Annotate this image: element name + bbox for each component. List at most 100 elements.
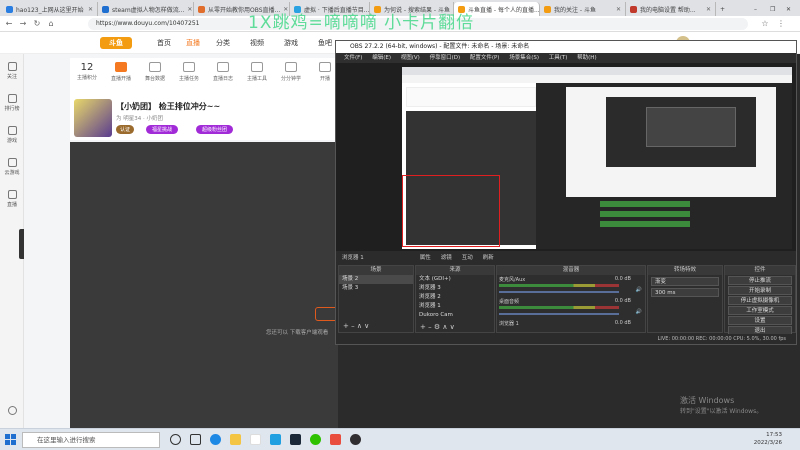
clock[interactable]: 17:53 2022/3/26 — [754, 431, 782, 447]
forward-icon[interactable]: → — [18, 19, 28, 29]
windows-start-icon[interactable] — [5, 434, 16, 445]
room-tag[interactable]: 认证 — [116, 125, 135, 134]
star-icon[interactable]: ☆ — [760, 19, 770, 29]
video-notice: 您还可以 下载客户端观看 — [266, 330, 329, 336]
obs-preview[interactable] — [336, 63, 796, 251]
menu-item[interactable]: 帮助(H) — [577, 55, 596, 61]
mixer-channel: 浏览器 1 0.0 dB — [499, 320, 631, 327]
app-icon[interactable] — [330, 434, 341, 445]
close-icon[interactable]: ✕ — [706, 6, 711, 13]
settings-button[interactable]: 设置 — [728, 316, 792, 325]
page-icon — [198, 5, 205, 13]
menu-item[interactable]: 工具(T) — [549, 55, 568, 61]
douyu-logo[interactable]: 斗鱼 — [100, 37, 132, 49]
menu-item[interactable]: 编辑(E) — [372, 55, 391, 61]
studio-mode-button[interactable]: 工作室模式 — [728, 306, 792, 315]
source-item[interactable]: 文本 (GDI+) — [416, 275, 494, 284]
mixer-channel: 桌面音频 0.0 dB 🔊 — [499, 298, 642, 315]
nav-live[interactable]: 直播 — [186, 38, 200, 48]
source-item[interactable]: Dukoro Cam — [416, 311, 494, 320]
wechat-icon[interactable] — [310, 434, 321, 445]
interact-button[interactable]: 互动 — [462, 253, 473, 261]
source-item[interactable]: 浏览器 1 — [416, 302, 494, 311]
home-icon[interactable]: ⌂ — [46, 19, 56, 29]
start-icon — [319, 62, 331, 72]
transitions-dock: 转场特效 渐变 300 ms — [647, 265, 723, 333]
room-tag[interactable]: 超级粉丝团 — [196, 125, 234, 134]
source-item[interactable]: 浏览器 3 — [416, 284, 494, 293]
stat-tools[interactable]: 主播工具 — [242, 62, 272, 82]
room-tag[interactable]: 福星挑战 — [146, 125, 179, 134]
left-sidebar: 关注 排行榜 游戏 云游戏 直播 — [0, 54, 24, 428]
sidebar-item-follow[interactable]: 关注 — [0, 62, 24, 80]
sidebar-item-rank[interactable]: 排行榜 — [0, 94, 24, 112]
video-player[interactable]: 您还可以 下载客户端观看 — [70, 142, 345, 428]
stat-learn[interactable]: 分分钟学 — [276, 62, 306, 82]
transition-select[interactable]: 渐变 — [651, 277, 719, 286]
browser-tab[interactable]: 我的关注 - 斗鱼 ✕ — [540, 2, 626, 16]
browser-tab[interactable]: hao123_上网从这里开始 ✕ — [2, 2, 98, 16]
volume-slider[interactable] — [499, 313, 619, 315]
maximize-icon[interactable]: ❐ — [766, 2, 782, 16]
speaker-icon[interactable]: 🔊 — [636, 287, 642, 293]
store-icon[interactable] — [250, 434, 261, 445]
close-icon[interactable]: ✕ — [616, 6, 621, 13]
rank-icon — [7, 94, 17, 103]
menu-item[interactable]: 停靠窗口(D) — [430, 55, 461, 61]
scene-item[interactable]: 场景 2 — [339, 275, 413, 284]
close-icon[interactable]: ✕ — [187, 6, 192, 13]
refresh-button[interactable]: 刷新 — [483, 253, 494, 261]
nav-category[interactable]: 分类 — [216, 38, 230, 48]
douyu-icon — [544, 5, 551, 13]
stop-virtualcam-button[interactable]: 停止虚拟摄像机 — [728, 296, 792, 305]
scene-add-remove-buttons[interactable]: + – ∧ ∨ — [343, 322, 369, 330]
duration-input[interactable]: 300 ms — [651, 288, 719, 297]
menu-item[interactable]: 视图(V) — [401, 55, 420, 61]
file-explorer-icon[interactable] — [230, 434, 241, 445]
menu-item[interactable]: 场景集合(S) — [509, 55, 539, 61]
scene-item[interactable]: 场景 3 — [339, 284, 413, 293]
back-icon[interactable]: ← — [4, 19, 14, 29]
settings-icon[interactable] — [0, 406, 24, 417]
stat-tasks[interactable]: 主播任务 — [174, 62, 204, 82]
stop-streaming-button[interactable]: 停止推流 — [728, 276, 792, 285]
browser-tab[interactable]: 我的电脑设置 帮助... ✕ — [626, 2, 716, 16]
properties-button[interactable]: 属性 — [420, 253, 431, 261]
sidebar-item-cloudgame[interactable]: 云游戏 — [0, 158, 24, 176]
sidebar-item-live[interactable]: 直播 — [0, 190, 24, 208]
filters-button[interactable]: 滤镜 — [441, 253, 452, 261]
menu-item[interactable]: 文件(F) — [344, 55, 362, 61]
stat-live[interactable]: 直播开播 — [106, 62, 136, 82]
close-icon[interactable]: ✕ — [88, 6, 93, 13]
close-window-icon[interactable]: ✕ — [782, 2, 798, 16]
volume-slider[interactable] — [499, 291, 619, 293]
source-add-remove-buttons[interactable]: + – ⚙ ∧ ∨ — [420, 323, 455, 331]
mail-icon[interactable] — [270, 434, 281, 445]
nav-home[interactable]: 首页 — [157, 38, 171, 48]
speaker-icon[interactable]: 🔊 — [636, 309, 642, 315]
nav-games[interactable]: 游戏 — [284, 38, 298, 48]
selected-source-box[interactable] — [402, 175, 500, 247]
taskbar-search-input[interactable]: 在这里输入进行搜索 — [22, 432, 160, 448]
stat-stage[interactable]: 舞台数据 — [140, 62, 170, 82]
minimize-icon[interactable]: – — [750, 2, 766, 16]
browser-tab[interactable]: steam虚拟人物怎样做流... ✕ — [98, 2, 194, 16]
cortana-icon[interactable] — [170, 434, 181, 445]
edge-icon[interactable] — [210, 434, 221, 445]
stat-log[interactable]: 直播日志 — [208, 62, 238, 82]
stat-points[interactable]: 12 主播积分 — [72, 62, 102, 81]
anchor-avatar[interactable] — [74, 99, 112, 137]
nav-fishbar[interactable]: 鱼吧 — [318, 38, 332, 48]
task-view-icon[interactable] — [190, 434, 201, 445]
sidebar-item-games[interactable]: 游戏 — [0, 126, 24, 144]
steam-icon[interactable] — [290, 434, 301, 445]
nav-video[interactable]: 视频 — [250, 38, 264, 48]
refresh-icon[interactable]: ↻ — [32, 19, 42, 29]
source-item[interactable]: 浏览器 2 — [416, 293, 494, 302]
menu-item[interactable]: 配置文件(P) — [470, 55, 500, 61]
start-recording-button[interactable]: 开始录制 — [728, 286, 792, 295]
menu-icon[interactable]: ⋮ — [776, 19, 786, 29]
live-badge-icon — [115, 62, 127, 72]
new-tab-button[interactable]: + — [716, 2, 730, 16]
obs-taskbar-icon[interactable] — [350, 434, 361, 445]
